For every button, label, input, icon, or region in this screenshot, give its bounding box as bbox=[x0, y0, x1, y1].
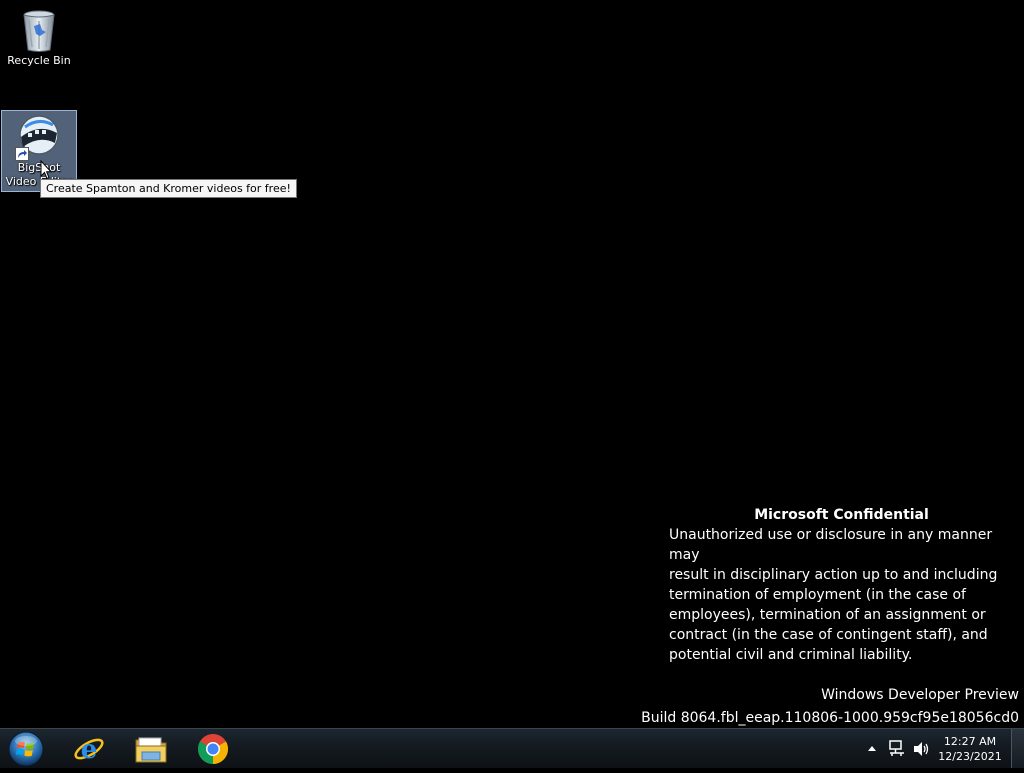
clock-date: 12/23/2021 bbox=[938, 750, 1002, 763]
folder-icon bbox=[135, 737, 167, 763]
desktop[interactable]: Recycle Bin BigShot Video Editor Create … bbox=[0, 0, 1024, 728]
taskbar-windows-explorer[interactable] bbox=[124, 731, 178, 767]
windows-start-icon bbox=[8, 731, 44, 767]
start-button[interactable] bbox=[6, 729, 46, 769]
icon-tooltip: Create Spamton and Kromer videos for fre… bbox=[40, 179, 297, 198]
watermark-line: result in disciplinary action up to and … bbox=[669, 567, 998, 583]
taskbar-google-chrome[interactable] bbox=[186, 731, 240, 767]
watermark-line: contract (in the case of contingent staf… bbox=[669, 627, 988, 643]
watermark-line: termination of employment (in the case o… bbox=[669, 587, 966, 603]
desktop-icon-label: Recycle Bin bbox=[7, 54, 71, 67]
system-tray bbox=[862, 729, 942, 769]
show-hidden-icons-arrow-icon[interactable] bbox=[868, 745, 876, 751]
clock-time: 12:27 AM bbox=[943, 735, 997, 748]
volume-icon[interactable] bbox=[912, 740, 930, 758]
taskbar: e 12:27 AM 12/23/2021 bbox=[0, 728, 1024, 768]
watermark-line: employees), termination of an assignment… bbox=[669, 607, 986, 623]
internet-explorer-icon: e bbox=[74, 735, 104, 765]
watermark-title: Microsoft Confidential bbox=[754, 507, 929, 523]
taskbar-clock[interactable]: 12:27 AM 12/23/2021 bbox=[938, 734, 1002, 764]
product-name: Windows Developer Preview bbox=[821, 687, 1019, 703]
show-desktop-button[interactable] bbox=[1011, 729, 1024, 768]
watermark-line: Unauthorized use or disclosure in any ma… bbox=[669, 527, 993, 563]
video-editor-icon bbox=[15, 113, 63, 161]
taskbar-internet-explorer[interactable]: e bbox=[62, 731, 116, 767]
mouse-pointer-icon bbox=[40, 160, 52, 180]
svg-text:e: e bbox=[81, 735, 98, 765]
confidential-watermark: Microsoft Confidential Unauthorized use … bbox=[669, 505, 1014, 665]
chrome-icon bbox=[197, 734, 229, 764]
recycle-bin-icon bbox=[15, 6, 63, 54]
watermark-line: potential civil and criminal liability. bbox=[669, 647, 913, 663]
network-icon[interactable] bbox=[888, 740, 906, 758]
shortcut-arrow-icon bbox=[15, 147, 29, 161]
desktop-icon-recycle-bin[interactable]: Recycle Bin bbox=[1, 4, 77, 68]
build-string: Build 8064.fbl_eeap.110806-1000.959cf95e… bbox=[641, 710, 1019, 726]
build-info: Windows Developer Preview Build 8064.fbl… bbox=[641, 684, 1019, 730]
